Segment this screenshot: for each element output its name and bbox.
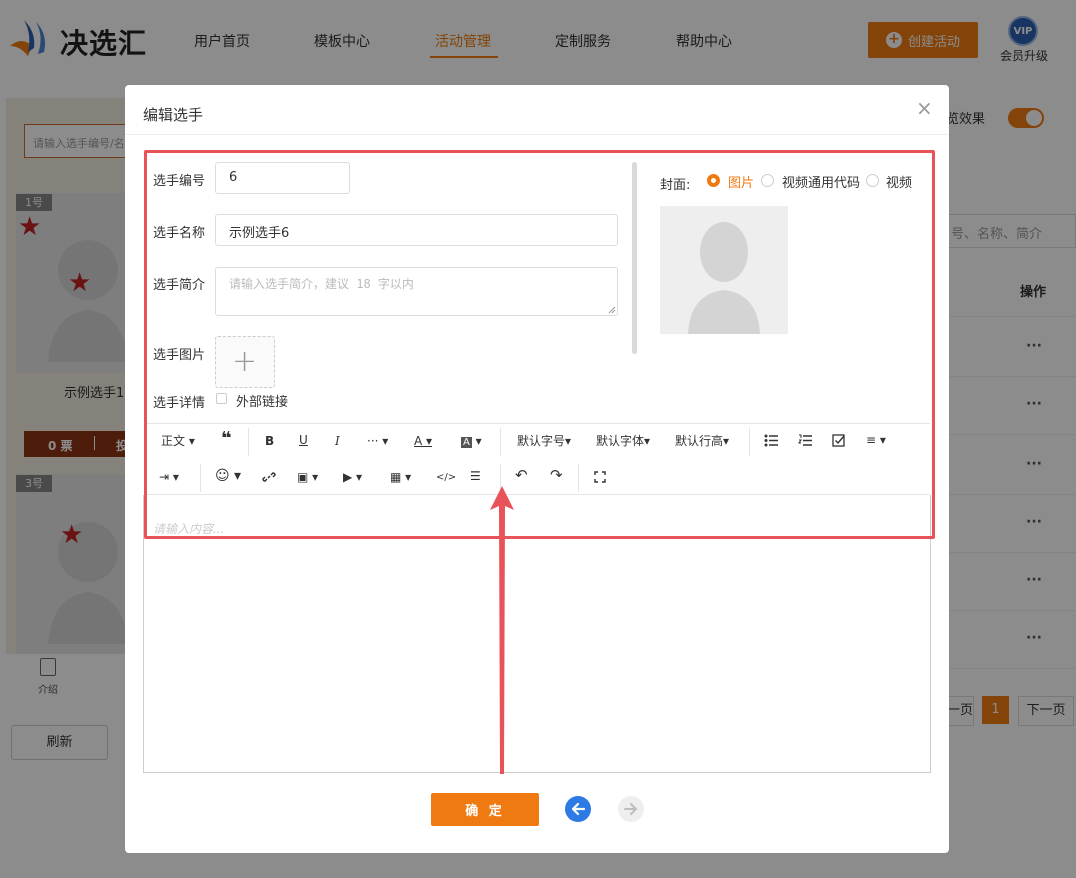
arrow-left-icon: [571, 802, 586, 816]
back-arrow-button[interactable]: [565, 796, 591, 822]
modal-header-divider: [125, 134, 949, 135]
confirm-button[interactable]: 确 定: [431, 793, 539, 826]
modal-title: 编辑选手: [143, 106, 204, 124]
arrow-right-icon: [624, 803, 637, 815]
annotation-highlight-box: [144, 150, 935, 539]
forward-arrow-button[interactable]: [618, 796, 644, 822]
close-icon[interactable]: ×: [916, 98, 933, 118]
annotation-arrow-icon: [490, 486, 514, 774]
